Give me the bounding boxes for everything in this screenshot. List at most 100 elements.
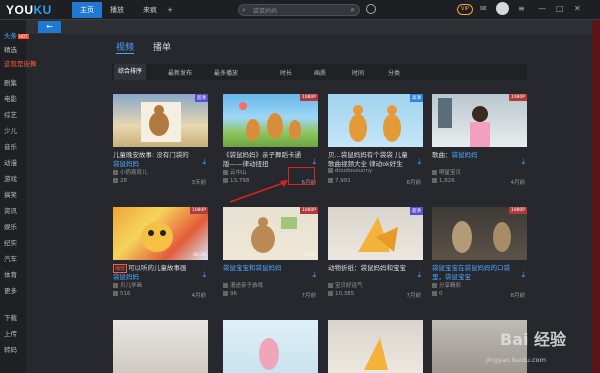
minimize-icon[interactable]: — — [538, 4, 546, 13]
uploader[interactable]: 小奶瓶育儿 — [113, 168, 148, 176]
uploader[interactable]: 明星宝贝 — [432, 168, 461, 176]
sidebar-item-documentary[interactable]: 纪实 — [4, 237, 17, 247]
add-tab-button[interactable]: + — [166, 2, 174, 18]
sidebar-item-headline[interactable]: 头条 HOT — [4, 30, 29, 40]
filter-category[interactable]: 分类 — [388, 68, 400, 77]
download-icon[interactable]: ⤓ — [521, 270, 525, 280]
sidebar-item-auto[interactable]: 汽车 — [4, 253, 17, 263]
view-count-value: 96 — [230, 291, 237, 297]
video-thumbnail[interactable]: 超清 — [328, 207, 423, 260]
back-button[interactable]: ← — [38, 21, 61, 33]
video-thumbnail[interactable]: 1080P 33:35 — [223, 207, 318, 260]
sidebar-item-more[interactable]: 更多 — [4, 285, 17, 295]
video-card[interactable]: 1080P 33:35 袋鼠宝宝和袋鼠妈妈 ⤓ 漫途亲子游戏 96 7月前 — [223, 207, 318, 307]
video-thumbnail[interactable]: 1080P — [432, 207, 527, 260]
filter-most-played[interactable]: 最多播放 — [214, 68, 238, 77]
tab-play[interactable]: 播放 — [106, 2, 128, 18]
video-thumbnail[interactable]: 高清 — [328, 94, 423, 147]
video-thumbnail[interactable]: 超清 — [113, 94, 208, 147]
video-thumbnail[interactable]: 1080P — [223, 94, 318, 147]
sidebar-item-entertainment[interactable]: 娱乐 — [4, 221, 17, 231]
close-icon[interactable]: ✕ — [574, 4, 581, 13]
video-title-line2[interactable]: 里，袋鼠宝宝 — [432, 271, 512, 281]
download-icon[interactable]: ⤓ — [521, 157, 525, 167]
download-icon[interactable]: ⤓ — [202, 157, 206, 167]
filter-time[interactable]: 时间 — [352, 68, 364, 77]
download-icon[interactable]: ⤓ — [312, 270, 316, 280]
uploader-icon — [328, 283, 333, 288]
sidebar-item-upload[interactable]: 上传 — [4, 328, 17, 338]
sidebar-item-variety[interactable]: 综艺 — [4, 109, 17, 119]
search-submit-icon[interactable]: ⌕ — [351, 5, 355, 15]
download-icon[interactable]: ⤓ — [202, 270, 206, 280]
youku-logo[interactable]: YOUKU — [6, 3, 52, 17]
uploader[interactable]: 漫途亲子游戏 — [223, 281, 263, 289]
video-title-line2[interactable]: 歌曲视频大全 律动ok好生 — [328, 158, 408, 168]
paper-kangaroo-photo — [358, 217, 398, 252]
history-icon[interactable] — [366, 4, 376, 14]
video-title[interactable]: 歌曲：袋鼠妈妈 — [432, 149, 527, 159]
filter-quality[interactable]: 画质 — [314, 68, 326, 77]
uploader-icon — [432, 283, 437, 288]
video-card[interactable]: 1080P 歌曲：袋鼠妈妈 ⤓ 明星宝贝 1,826 4月前 — [432, 94, 527, 194]
download-icon[interactable]: ⤓ — [417, 157, 421, 167]
uploader[interactable]: doudousunny — [328, 168, 372, 174]
sidebar-item-games[interactable]: 游戏 — [4, 173, 17, 183]
tab-laifeng[interactable]: 来疯 — [140, 2, 160, 18]
video-thumbnail[interactable]: 1080P 00:29 — [113, 207, 208, 260]
sidebar-item-drama[interactable]: 剧集 — [4, 77, 17, 87]
tab-playlists[interactable]: 播单 — [153, 40, 171, 53]
filter-newest[interactable]: 最新发布 — [168, 68, 192, 77]
sidebar-item-anime[interactable]: 动漫 — [4, 157, 17, 167]
video-title[interactable]: 动物折纸：袋鼠妈妈和宝宝 — [328, 262, 423, 272]
video-card[interactable]: 超清 儿童晚安故事: 没有门袋的 袋鼠妈妈 ⤓ 小奶瓶育儿 28 3天前 — [113, 94, 208, 194]
filter-comprehensive[interactable]: 综合排序 — [114, 64, 147, 80]
quality-badge: 超清 — [410, 207, 423, 215]
video-card[interactable]: 超清 动物折纸：袋鼠妈妈和宝宝 ⤓ 宝贝好运气 10,385 7月前 — [328, 207, 423, 307]
sidebar-item-streetdance[interactable]: 这就是街舞 — [4, 58, 37, 68]
maximize-icon[interactable]: □ — [556, 4, 564, 13]
sidebar-item-sports[interactable]: 体育 — [4, 269, 17, 279]
video-thumbnail[interactable]: 1080P — [432, 94, 527, 147]
uploader[interactable]: 宝贝好运气 — [328, 281, 363, 289]
uploader[interactable]: 贝儿学画 — [113, 281, 142, 289]
uploader-name: 宝贝好运气 — [335, 283, 363, 289]
tab-home[interactable]: 主页 — [72, 2, 102, 18]
side-panel-edge — [592, 20, 600, 373]
vip-badge[interactable]: VIP — [457, 4, 473, 15]
video-thumbnail[interactable] — [113, 320, 208, 373]
video-card[interactable] — [223, 320, 318, 373]
video-duration: 00:29 — [193, 253, 206, 258]
video-card[interactable] — [113, 320, 208, 373]
sidebar-item-kids[interactable]: 少儿 — [4, 125, 17, 135]
avatar[interactable] — [496, 2, 509, 15]
video-title-line2[interactable]: 袋鼠妈妈 — [113, 271, 193, 281]
sidebar-item-news[interactable]: 资讯 — [4, 205, 17, 215]
filter-duration[interactable]: 时长 — [280, 68, 292, 77]
video-card[interactable]: 1080P 00:29 播放 可以听的儿童故事画 袋鼠妈妈 ⤓ 贝儿学画 516 … — [113, 207, 208, 307]
download-icon[interactable]: ⤓ — [312, 157, 316, 167]
menu-icon[interactable]: ≡ — [518, 4, 525, 13]
video-thumbnail[interactable] — [223, 320, 318, 373]
mail-icon[interactable]: ✉ — [480, 4, 487, 13]
sidebar-item-featured[interactable]: 精选 — [4, 44, 17, 54]
uploader[interactable]: 分享精彩 — [432, 281, 461, 289]
video-thumbnail[interactable] — [328, 320, 423, 373]
video-title[interactable]: 袋鼠宝宝和袋鼠妈妈 — [223, 262, 318, 272]
sidebar-item-transcode[interactable]: 转码 — [4, 344, 17, 354]
download-icon[interactable]: ⤓ — [417, 270, 421, 280]
sidebar-item-funny[interactable]: 搞笑 — [4, 189, 17, 199]
video-card[interactable]: 1080P 袋鼠宝宝在袋鼠妈妈的口袋 里，袋鼠宝宝 ⤓ 分享精彩 0 8月前 — [432, 207, 527, 307]
search-box[interactable]: ⌕ 袋鼠妈妈 ⌕ — [238, 4, 360, 16]
video-card[interactable]: 高清 贝...袋鼠妈妈有个袋袋 儿童 歌曲视频大全 律动ok好生 ⤓ doudo… — [328, 94, 423, 194]
video-title-line2[interactable]: 袋鼠妈妈 — [113, 158, 193, 168]
paper-origami-photo — [364, 338, 388, 370]
quality-badge: 高清 — [410, 94, 423, 102]
uploader[interactable]: 云中山 — [223, 168, 247, 176]
sidebar-item-movie[interactable]: 电影 — [4, 93, 17, 103]
sidebar-item-music[interactable]: 音乐 — [4, 141, 17, 151]
search-input[interactable]: 袋鼠妈妈 — [253, 6, 277, 15]
sidebar-item-download[interactable]: 下载 — [4, 312, 17, 322]
tab-videos[interactable]: 视频 — [116, 40, 135, 54]
video-card[interactable] — [328, 320, 423, 373]
